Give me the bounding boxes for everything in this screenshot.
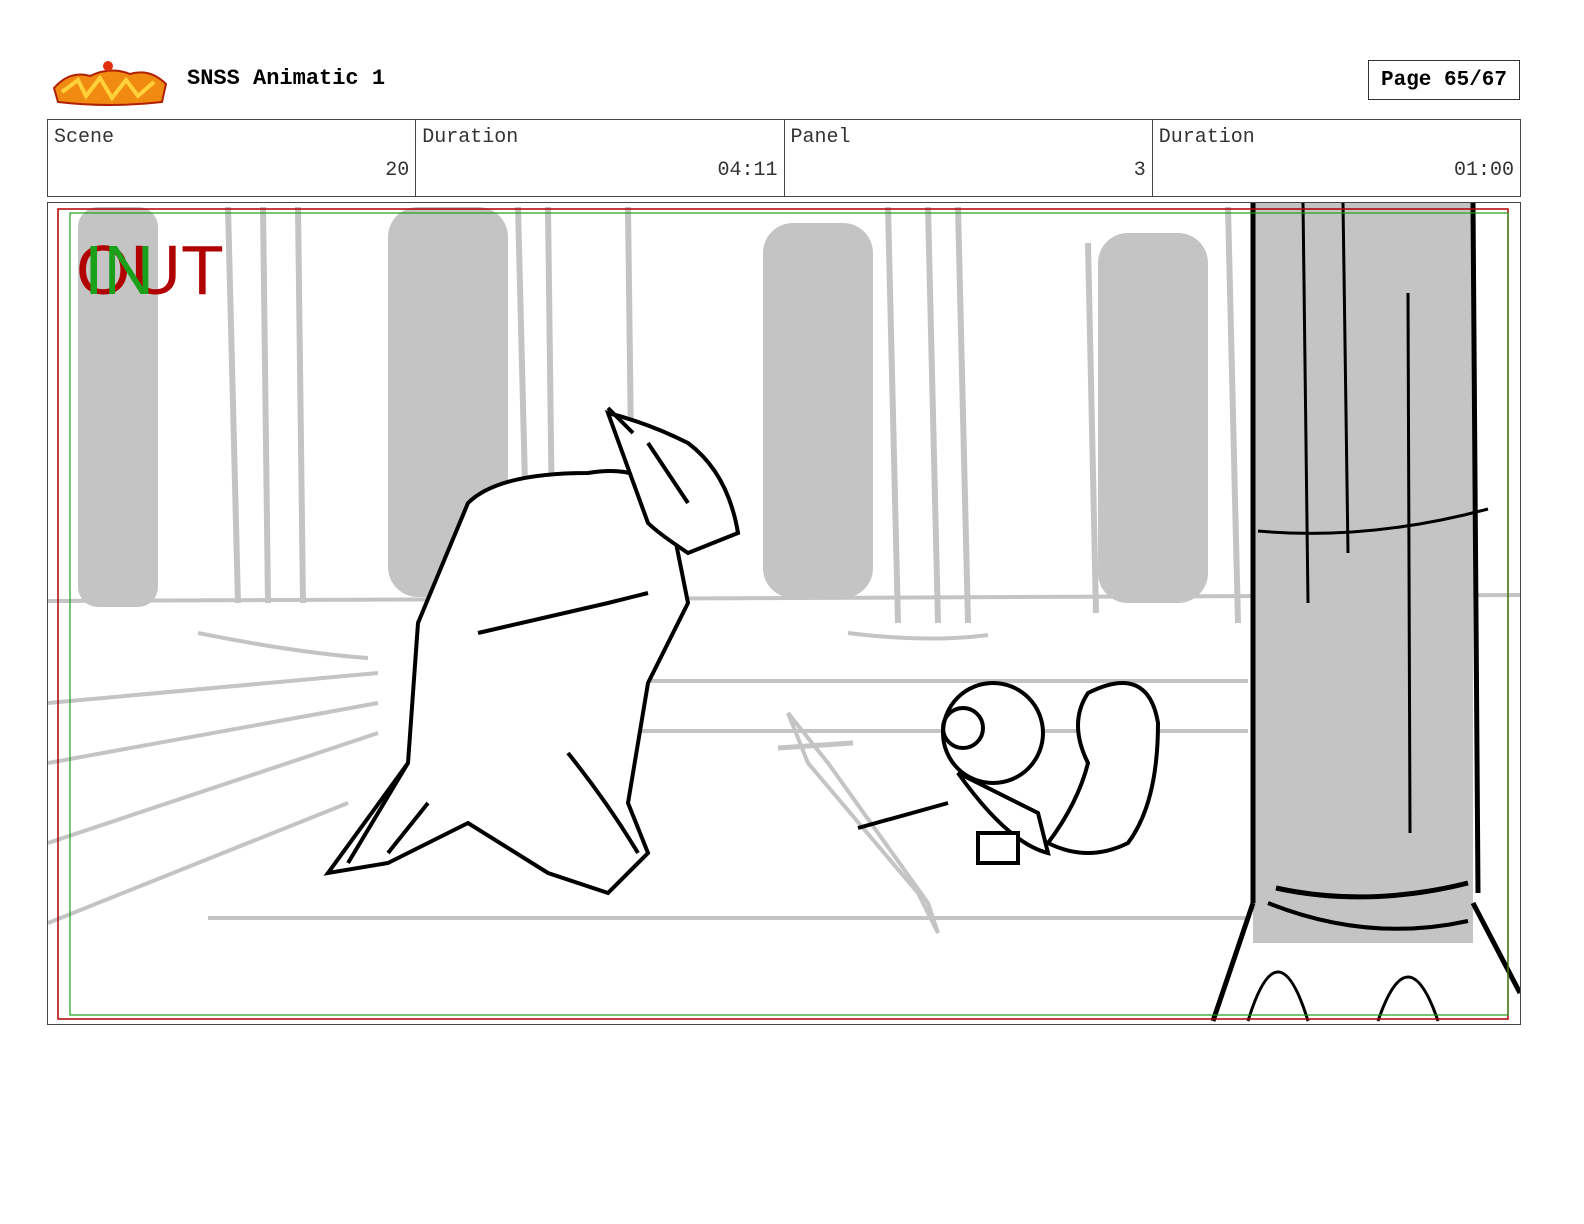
page-number: Page 65/67 [1368,60,1520,100]
storyboard-sketch [48,203,1520,1022]
in-label: IN [84,231,154,309]
document-title: SNSS Animatic 1 [187,66,386,91]
panel-cell: Panel 3 [785,120,1153,196]
storyboard-panel: OUT IN [47,202,1521,1025]
shot-info-table: Scene 20 Duration 04:11 Panel 3 Duration… [47,119,1521,197]
panel-duration-value: 01:00 [1453,159,1514,182]
scene-duration-cell: Duration 04:11 [416,120,785,196]
background-tree-lines [225,206,1241,624]
scene-label: Scene [54,126,115,149]
squirrel-character-sketch [857,681,1161,865]
scene-duration-label: Duration [422,126,519,149]
scene-cell: Scene 20 [48,120,417,196]
panel-value: 3 [1133,159,1146,182]
scene-value: 20 [385,159,410,182]
sir-fluff-n-stuff-logo-icon [52,61,168,106]
scene-duration-value: 04:11 [717,159,778,182]
in-out-marker: OUT IN [76,235,246,305]
panel-label: Panel [790,126,851,149]
panel-duration-label: Duration [1158,126,1255,149]
foreground-column [1210,203,1520,1022]
panel-duration-cell: Duration 01:00 [1153,120,1520,196]
logo [50,58,170,108]
